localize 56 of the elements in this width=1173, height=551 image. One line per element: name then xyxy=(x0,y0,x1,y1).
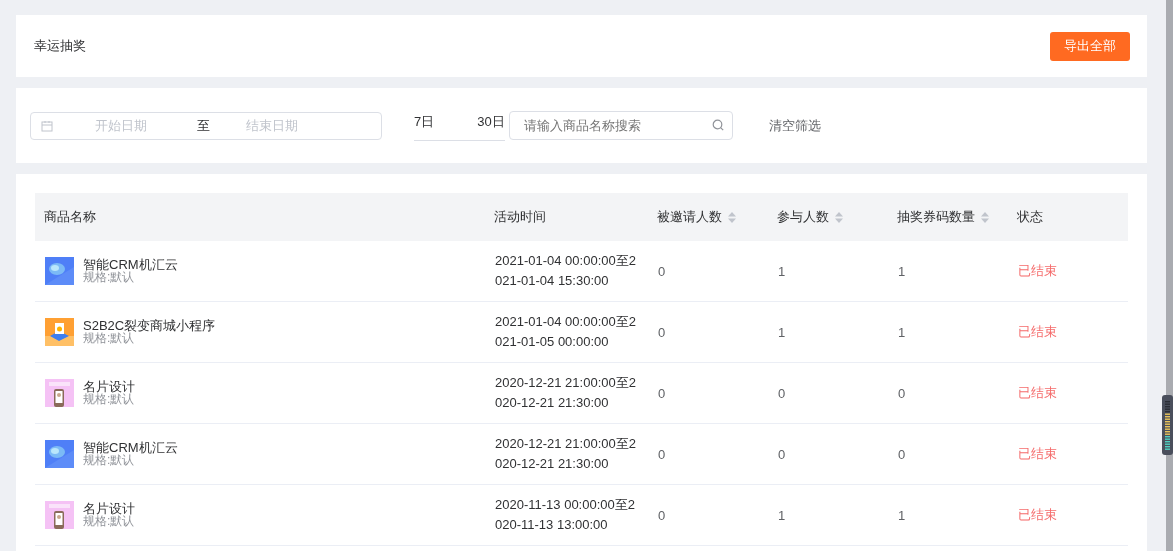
column-header: 抽奖券码数量 xyxy=(897,208,975,226)
table-cell: 0 xyxy=(658,324,666,340)
clear-filters-link[interactable]: 清空筛选 xyxy=(768,116,821,135)
status-text: 已结束 xyxy=(1018,323,1057,341)
product-name: 名片设计 xyxy=(83,380,135,393)
table-cell: 0 xyxy=(778,385,786,401)
table-cell: 1 xyxy=(898,507,906,523)
sort-icon[interactable] xyxy=(728,211,736,223)
sort-icon[interactable] xyxy=(835,211,843,223)
activity-time: 2020-12-21 21:00:00至2020-12-21 21:30:00 xyxy=(495,435,637,473)
page-title: 幸运抽奖 xyxy=(34,37,86,55)
table-cell: 0 xyxy=(898,385,906,401)
product-name: 智能CRM机汇云 xyxy=(83,441,178,454)
level-meter-icon xyxy=(1162,395,1173,455)
sort-icon[interactable] xyxy=(981,211,989,223)
status-text: 已结束 xyxy=(1018,445,1057,463)
quick-range-tab[interactable]: 30日 xyxy=(477,112,505,131)
column-header: 商品名称 xyxy=(44,208,96,226)
table-cell: 1 xyxy=(778,507,786,523)
table-cell: 1 xyxy=(778,324,786,340)
start-date-placeholder: 开始日期 xyxy=(95,116,147,135)
product-spec: 规格:默认 xyxy=(83,393,135,406)
calendar-icon xyxy=(41,119,53,132)
product-spec: 规格:默认 xyxy=(83,271,136,284)
table-cell: 0 xyxy=(658,446,666,462)
table-cell: 0 xyxy=(658,385,666,401)
column-header: 活动时间 xyxy=(494,208,546,226)
product-spec: 规格:默认 xyxy=(83,454,136,467)
status-text: 已结束 xyxy=(1018,262,1057,280)
activity-time: 2021-01-04 00:00:00至2021-01-05 00:00:00 xyxy=(495,313,637,351)
column-header: 被邀请人数 xyxy=(657,208,722,226)
status-text: 已结束 xyxy=(1018,384,1057,402)
column-header: 参与人数 xyxy=(777,208,829,226)
quick-range-tab[interactable]: 7日 xyxy=(414,112,435,131)
table-cell: 1 xyxy=(898,263,906,279)
product-spec: 规格:默认 xyxy=(83,332,135,345)
product-name: 名片设计 xyxy=(83,502,135,515)
activity-time: 2020-12-21 21:00:00至2020-12-21 21:30:00 xyxy=(495,374,637,412)
table-cell: 0 xyxy=(778,446,786,462)
product-spec: 规格:默认 xyxy=(83,515,135,528)
status-text: 已结束 xyxy=(1018,506,1057,524)
search-icon xyxy=(711,119,724,131)
activity-time: 2021-01-04 00:00:00至2021-01-04 15:30:00 xyxy=(495,252,637,290)
table-cell: 0 xyxy=(658,507,666,523)
product-name: S2B2C裂变商城小程序 xyxy=(83,319,216,332)
column-header: 状态 xyxy=(1017,208,1043,226)
search-field[interactable]: 请输入商品名称搜索 xyxy=(508,111,733,140)
table-cell: 1 xyxy=(898,324,906,340)
table-cell: 0 xyxy=(898,446,906,462)
table-cell: 0 xyxy=(658,263,666,279)
end-date-placeholder: 结束日期 xyxy=(246,116,298,135)
table-cell: 1 xyxy=(778,263,786,279)
range-separator: 至 xyxy=(197,116,210,135)
product-name: 智能CRM机汇云 xyxy=(83,258,178,271)
activity-time: 2020-11-13 00:00:00至2020-11-13 13:00:00 xyxy=(495,496,636,534)
date-range-field[interactable]: 开始日期 至 结束日期 xyxy=(30,111,382,140)
